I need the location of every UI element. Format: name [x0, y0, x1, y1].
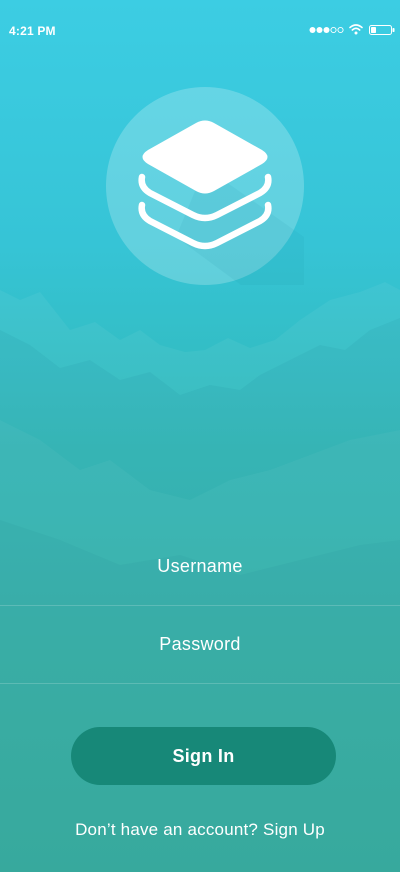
- layers-icon: [106, 87, 304, 285]
- status-bar: 4:21 PM: [0, 0, 400, 60]
- sign-up-link[interactable]: Sign Up: [263, 820, 325, 839]
- password-field: [0, 605, 400, 684]
- sign-up-prompt: Don’t have an account? Sign Up: [0, 820, 400, 840]
- status-time: 4:21 PM: [9, 24, 56, 38]
- password-input[interactable]: [0, 605, 400, 683]
- login-screen: 4:21 PM Sign In Don’: [0, 0, 400, 872]
- username-input[interactable]: [0, 527, 400, 605]
- wifi-icon: [349, 24, 363, 35]
- battery-icon: [369, 25, 395, 35]
- username-field: [0, 527, 400, 606]
- signal-strength-icon: [309, 26, 344, 34]
- sign-in-button[interactable]: Sign In: [71, 727, 336, 785]
- sign-up-prompt-text: Don’t have an account?: [75, 820, 259, 839]
